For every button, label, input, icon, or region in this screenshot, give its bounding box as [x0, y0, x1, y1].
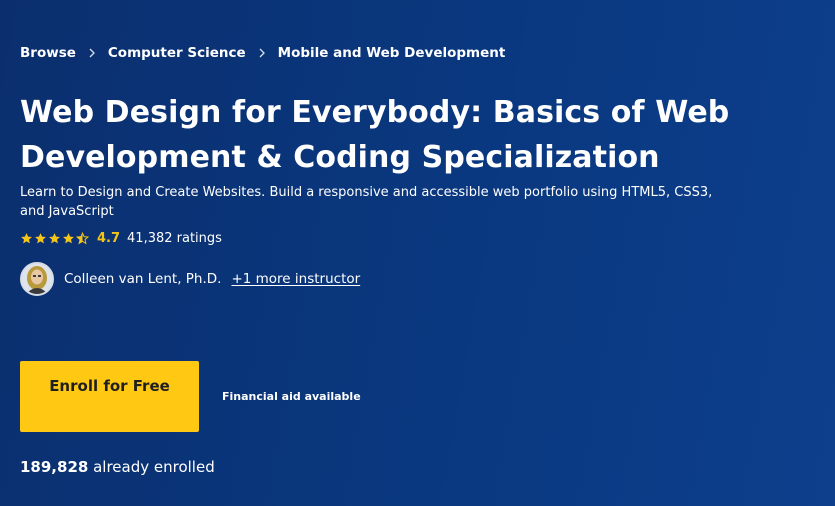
half-star-icon [76, 232, 89, 245]
breadcrumb-mobile-web-development[interactable]: Mobile and Web Development [278, 45, 506, 61]
star-icon [35, 233, 46, 244]
rating-value: 4.7 [97, 231, 121, 246]
enrolled-label: already enrolled [88, 458, 215, 476]
financial-aid-link[interactable]: Financial aid available [222, 390, 361, 403]
star-icon [21, 233, 32, 244]
enroll-button[interactable]: Enroll for Free [20, 361, 199, 432]
course-hero: Browse Computer Science Mobile and Web D… [20, 0, 820, 506]
breadcrumb: Browse Computer Science Mobile and Web D… [20, 45, 505, 61]
chevron-right-icon [76, 46, 108, 61]
enrolled-summary: 189,828 already enrolled [20, 458, 215, 476]
page-title: Web Design for Everybody: Basics of Web … [20, 95, 730, 175]
rating-summary: 4.7 41,382 ratings [20, 231, 222, 246]
enrolled-count: 189,828 [20, 458, 89, 476]
course-subtitle: Learn to Design and Create Websites. Bui… [20, 185, 713, 219]
star-icon [63, 233, 74, 244]
instructor-info: Colleen van Lent, Ph.D. +1 more instruct… [20, 262, 360, 296]
rating-count: 41,382 ratings [127, 231, 222, 246]
breadcrumb-browse[interactable]: Browse [20, 45, 76, 61]
star-icon [49, 233, 60, 244]
star-rating [20, 232, 89, 245]
chevron-right-icon [246, 46, 278, 61]
avatar[interactable] [20, 262, 54, 296]
breadcrumb-computer-science[interactable]: Computer Science [108, 45, 246, 61]
instructor-name[interactable]: Colleen van Lent, Ph.D. [64, 271, 221, 287]
more-instructors-link[interactable]: +1 more instructor [231, 271, 360, 287]
instructor-photo [22, 264, 52, 294]
